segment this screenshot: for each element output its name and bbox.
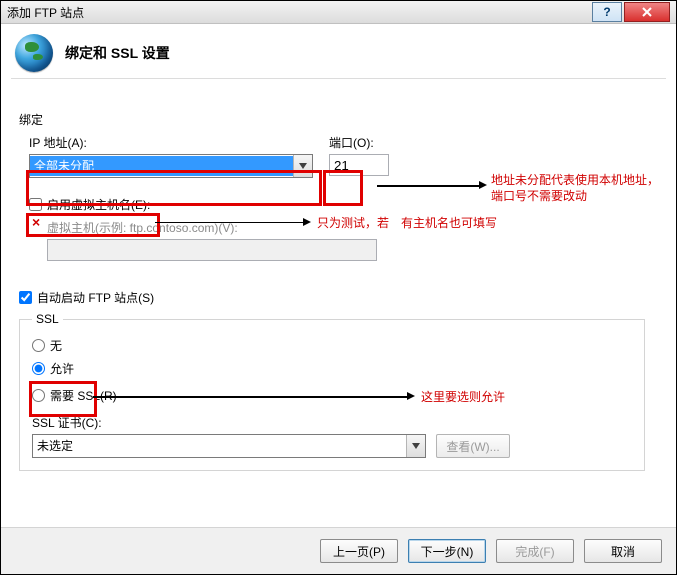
ssl-cert-combo[interactable]: 未选定: [32, 434, 426, 458]
port-input[interactable]: [329, 154, 389, 176]
chevron-down-icon: [293, 155, 312, 177]
ssl-cert-value: 未选定: [33, 436, 406, 456]
titlebar: 添加 FTP 站点 ?: [1, 1, 676, 24]
finish-button: 完成(F): [496, 539, 574, 563]
ssl-allow-label: 允许: [50, 360, 74, 377]
close-button[interactable]: [624, 2, 670, 22]
page-title: 绑定和 SSL 设置: [65, 43, 170, 63]
content-area: 绑定 IP 地址(A): 全部未分配 端口(O): 启用虚拟主机名(E):: [1, 79, 676, 475]
ssl-require-label: 需要 SSL(R): [50, 387, 117, 404]
chevron-down-icon: [406, 435, 425, 457]
window-title: 添加 FTP 站点: [7, 4, 84, 21]
binding-section-label: 绑定: [19, 111, 658, 128]
annotation-cross-icon: ×: [32, 214, 40, 230]
globe-icon: [15, 34, 53, 72]
wizard-header: 绑定和 SSL 设置: [1, 24, 676, 78]
prev-button[interactable]: 上一页(P): [320, 539, 398, 563]
enable-vhost-checkbox[interactable]: [29, 198, 42, 211]
dialog-window: 添加 FTP 站点 ? 绑定和 SSL 设置 绑定 IP 地址(A): 全部未分…: [0, 0, 677, 575]
close-icon: [642, 7, 652, 17]
ip-address-label: IP 地址(A):: [29, 134, 311, 151]
cancel-button[interactable]: 取消: [584, 539, 662, 563]
ssl-legend: SSL: [32, 312, 63, 326]
help-button[interactable]: ?: [592, 2, 622, 22]
next-button[interactable]: 下一步(N): [408, 539, 486, 563]
wizard-footer: 上一页(P) 下一步(N) 完成(F) 取消: [1, 527, 676, 574]
vhost-input: [47, 239, 377, 261]
ssl-cert-label: SSL 证书(C):: [32, 414, 632, 431]
ssl-none-label: 无: [50, 337, 62, 354]
port-label: 端口(O):: [329, 134, 393, 151]
ip-address-combo[interactable]: 全部未分配: [29, 154, 313, 178]
autostart-checkbox[interactable]: [19, 291, 32, 304]
vhost-hint-label: 虚拟主机(示例: ftp.contoso.com)(V):: [47, 219, 658, 236]
ssl-require-radio[interactable]: [32, 389, 45, 402]
ssl-view-button: 查看(W)...: [436, 434, 510, 458]
ssl-allow-radio[interactable]: [32, 362, 45, 375]
enable-vhost-label: 启用虚拟主机名(E):: [47, 196, 150, 213]
ip-address-value: 全部未分配: [30, 156, 293, 176]
ssl-group: SSL 无 允许 需要 SSL(R) SSL 证书(C): 未选定: [19, 312, 645, 471]
ssl-none-radio[interactable]: [32, 339, 45, 352]
autostart-label: 自动启动 FTP 站点(S): [37, 289, 154, 306]
